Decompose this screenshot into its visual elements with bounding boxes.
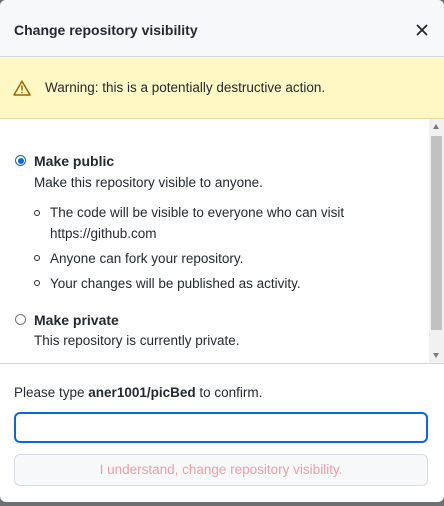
scrollbar-thumb[interactable] (431, 136, 442, 330)
public-bullet-3: Your changes will be published as activi… (50, 276, 301, 291)
make-public-radio[interactable] (15, 155, 26, 166)
make-private-description: This repository is currently private. (34, 333, 240, 348)
scroll-down-icon[interactable] (433, 353, 439, 358)
bullet-icon (34, 255, 40, 261)
make-private-radio[interactable] (15, 314, 26, 325)
public-bullet-1: The code will be visible to everyone who… (50, 205, 345, 241)
close-button[interactable] (412, 20, 432, 40)
dialog-title: Change repository visibility (14, 22, 198, 38)
make-public-label[interactable]: Make public (34, 152, 114, 170)
change-visibility-dialog: Change repository visibility Warning: th… (0, 0, 444, 502)
warning-banner: Warning: this is a potentially destructi… (0, 57, 444, 119)
bullet-icon (34, 280, 40, 286)
repo-name: aner1001/picBed (88, 385, 196, 400)
confirm-input[interactable] (14, 412, 428, 443)
bullet-icon (34, 210, 40, 216)
public-bullet-2: Anyone can fork your repository. (50, 251, 244, 266)
make-public-description: Make this repository visible to anyone. (34, 175, 263, 190)
close-icon (416, 24, 428, 36)
warning-text: Warning: this is a potentially destructi… (45, 80, 326, 95)
dialog-header: Change repository visibility (0, 0, 444, 57)
confirm-section: Please type aner1001/picBed to confirm. … (0, 363, 444, 502)
confirm-instruction: Please type aner1001/picBed to confirm. (14, 385, 263, 400)
confirm-change-visibility-button[interactable]: I understand, change repository visibili… (14, 454, 428, 486)
options-scrollbar[interactable] (429, 119, 444, 363)
alert-triangle-icon (13, 80, 31, 96)
make-private-label[interactable]: Make private (34, 311, 119, 329)
visibility-options: Make public Make this repository visible… (0, 119, 444, 363)
scroll-up-icon[interactable] (433, 124, 439, 129)
